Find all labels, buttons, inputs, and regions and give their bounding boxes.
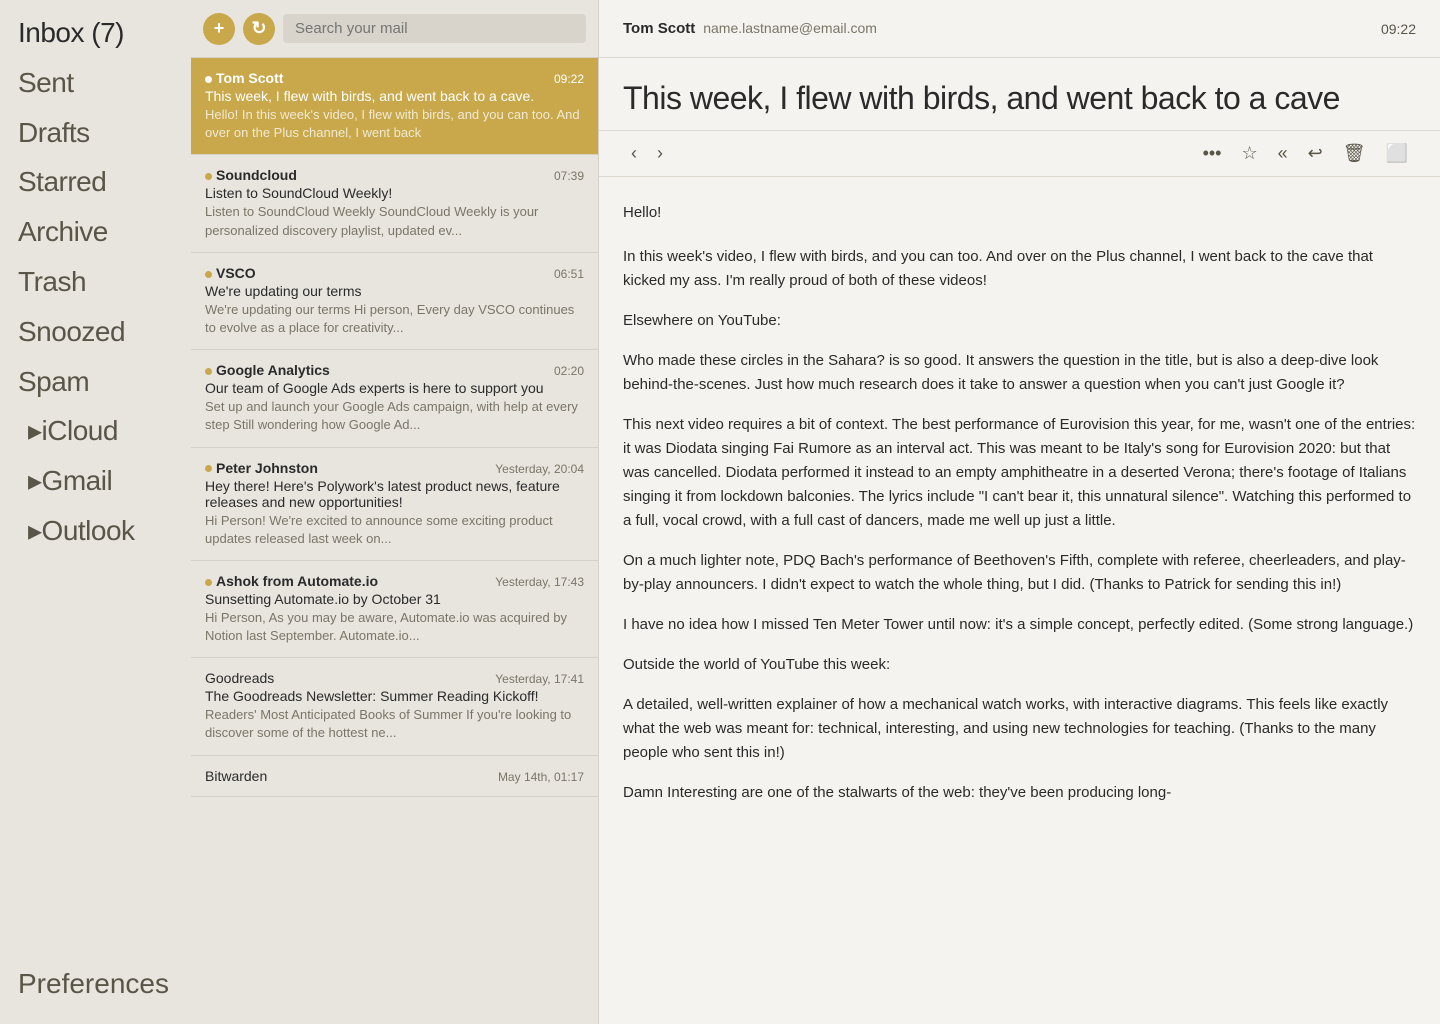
email-time: Yesterday, 20:04 bbox=[495, 462, 584, 476]
email-subject: Hey there! Here's Polywork's latest prod… bbox=[205, 478, 584, 510]
email-preview: Set up and launch your Google Ads campai… bbox=[205, 398, 584, 434]
detail-panel: Tom Scott name.lastname@email.com 09:22 … bbox=[599, 0, 1440, 1024]
email-item-soundcloud[interactable]: Soundcloud 07:39 Listen to SoundCloud Week… bbox=[191, 155, 598, 252]
sidebar-item-snoozed[interactable]: Snoozed bbox=[0, 307, 191, 357]
email-preview: We're updating our terms Hi person, Ever… bbox=[205, 301, 584, 337]
email-subject: Our team of Google Ads experts is here t… bbox=[205, 380, 584, 396]
email-item-bitwarden[interactable]: Bitwarden May 14th, 01:17 bbox=[191, 756, 598, 797]
sidebar-item-icloud[interactable]: ▸iCloud bbox=[0, 406, 191, 456]
email-preview: Hi Person! We're excited to announce som… bbox=[205, 512, 584, 548]
detail-title-bar: This week, I flew with birds, and went b… bbox=[599, 58, 1440, 131]
reply-button[interactable]: ↩ bbox=[1300, 139, 1331, 168]
email-sender: Goodreads bbox=[205, 670, 274, 686]
email-time: 07:39 bbox=[554, 169, 584, 183]
email-time: 06:51 bbox=[554, 267, 584, 281]
email-item-google-analytics[interactable]: Google Analytics 02:20 Our team of Google … bbox=[191, 350, 598, 447]
sidebar-item-sent[interactable]: Sent bbox=[0, 58, 191, 108]
more-actions-button[interactable]: ••• bbox=[1195, 139, 1230, 168]
email-time: 02:20 bbox=[554, 364, 584, 378]
email-sender: Bitwarden bbox=[205, 768, 267, 784]
search-input[interactable] bbox=[283, 14, 586, 43]
unread-dot bbox=[205, 271, 212, 278]
email-sender: Ashok from Automate.io bbox=[205, 573, 378, 589]
email-time: May 14th, 01:17 bbox=[498, 770, 584, 784]
email-list: Tom Scott 09:22 This week, I flew with bir… bbox=[191, 58, 598, 1024]
sidebar-item-trash[interactable]: Trash bbox=[0, 257, 191, 307]
email-action-buttons: ••• ☆ « ↩ 🗑 ⬜ bbox=[1195, 139, 1416, 168]
sidebar-item-inbox[interactable]: Inbox (7) bbox=[0, 8, 191, 58]
trash-button[interactable]: 🗑 bbox=[1335, 139, 1374, 168]
email-item-peter-johnston[interactable]: Peter Johnston Yesterday, 20:04 Hey there!… bbox=[191, 448, 598, 561]
email-subject: This week, I flew with birds, and went b… bbox=[623, 78, 1416, 118]
email-sender: VSCO bbox=[205, 265, 256, 281]
email-preview: Readers' Most Anticipated Books of Summe… bbox=[205, 706, 584, 742]
email-paragraph: Damn Interesting are one of the stalwart… bbox=[623, 781, 1416, 805]
archive-button[interactable]: ⬜ bbox=[1378, 139, 1416, 168]
email-paragraph: On a much lighter note, PDQ Bach's perfo… bbox=[623, 549, 1416, 597]
email-item-tom-scott[interactable]: Tom Scott 09:22 This week, I flew with bir… bbox=[191, 58, 598, 155]
sidebar-item-archive[interactable]: Archive bbox=[0, 207, 191, 257]
sidebar-item-starred[interactable]: Starred bbox=[0, 157, 191, 207]
email-paragraph: Outside the world of YouTube this week: bbox=[623, 653, 1416, 677]
email-sender: Soundcloud bbox=[205, 167, 297, 183]
unread-dot bbox=[205, 173, 212, 180]
sender-name: Tom Scott bbox=[623, 20, 695, 37]
reply-all-button[interactable]: « bbox=[1270, 139, 1296, 168]
compose-button[interactable]: + bbox=[203, 13, 235, 45]
email-paragraph: In this week's video, I flew with birds,… bbox=[623, 245, 1416, 293]
email-navigation: ‹ › bbox=[623, 139, 671, 168]
email-time: Yesterday, 17:43 bbox=[495, 575, 584, 589]
email-paragraph: Elsewhere on YouTube: bbox=[623, 309, 1416, 333]
star-button[interactable]: ☆ bbox=[1233, 139, 1265, 168]
sidebar: Inbox (7)SentDraftsStarredArchiveTrashSn… bbox=[0, 0, 191, 1024]
email-subject: This week, I flew with birds, and went b… bbox=[205, 88, 584, 104]
email-time: 09:22 bbox=[554, 72, 584, 86]
email-paragraph: This next video requires a bit of contex… bbox=[623, 413, 1416, 533]
detail-header: Tom Scott name.lastname@email.com 09:22 bbox=[599, 0, 1440, 58]
email-paragraph: I have no idea how I missed Ten Meter To… bbox=[623, 613, 1416, 637]
sender-email: name.lastname@email.com bbox=[703, 20, 877, 36]
search-bar: + ↻ bbox=[191, 0, 598, 58]
email-subject: The Goodreads Newsletter: Summer Reading… bbox=[205, 688, 584, 704]
unread-dot bbox=[205, 76, 212, 83]
sidebar-item-drafts[interactable]: Drafts bbox=[0, 108, 191, 158]
email-preview: Hi Person, As you may be aware, Automate… bbox=[205, 609, 584, 645]
email-paragraph: Who made these circles in the Sahara? is… bbox=[623, 349, 1416, 397]
email-sender: Tom Scott bbox=[205, 70, 283, 86]
email-preview: Hello! In this week's video, I flew with… bbox=[205, 106, 584, 142]
sidebar-item-outlook[interactable]: ▸Outlook bbox=[0, 506, 191, 556]
unread-dot bbox=[205, 368, 212, 375]
email-subject: Sunsetting Automate.io by October 31 bbox=[205, 591, 584, 607]
email-item-goodreads[interactable]: Goodreads Yesterday, 17:41 The Goodreads N… bbox=[191, 658, 598, 755]
unread-dot bbox=[205, 465, 212, 472]
next-email-button[interactable]: › bbox=[649, 139, 671, 168]
email-time: 09:22 bbox=[1381, 21, 1416, 37]
preferences-item[interactable]: Preferences bbox=[0, 952, 191, 1024]
unread-dot bbox=[205, 579, 212, 586]
email-subject: We're updating our terms bbox=[205, 283, 584, 299]
email-item-vsco[interactable]: VSCO 06:51 We're updating our terms We're u… bbox=[191, 253, 598, 350]
email-greeting: Hello! bbox=[623, 201, 1416, 225]
email-sender: Peter Johnston bbox=[205, 460, 318, 476]
sidebar-navigation: Inbox (7)SentDraftsStarredArchiveTrashSn… bbox=[0, 0, 191, 556]
email-subject: Listen to SoundCloud Weekly! bbox=[205, 185, 584, 201]
sidebar-item-gmail[interactable]: ▸Gmail bbox=[0, 456, 191, 506]
detail-actions: ‹ › ••• ☆ « ↩ 🗑 ⬜ bbox=[599, 131, 1440, 177]
email-preview: Listen to SoundCloud Weekly SoundCloud W… bbox=[205, 203, 584, 239]
sidebar-item-spam[interactable]: Spam bbox=[0, 357, 191, 407]
email-list-panel: + ↻ Tom Scott 09:22 This week, I flew with… bbox=[191, 0, 599, 1024]
email-item-ashok-automate[interactable]: Ashok from Automate.io Yesterday, 17:43 Su… bbox=[191, 561, 598, 658]
email-sender: Google Analytics bbox=[205, 362, 330, 378]
refresh-button[interactable]: ↻ bbox=[243, 13, 275, 45]
email-paragraph: A detailed, well-written explainer of ho… bbox=[623, 693, 1416, 765]
email-time: Yesterday, 17:41 bbox=[495, 672, 584, 686]
email-body: Hello! In this week's video, I flew with … bbox=[599, 177, 1440, 1024]
sender-info: Tom Scott name.lastname@email.com bbox=[623, 20, 877, 37]
prev-email-button[interactable]: ‹ bbox=[623, 139, 645, 168]
